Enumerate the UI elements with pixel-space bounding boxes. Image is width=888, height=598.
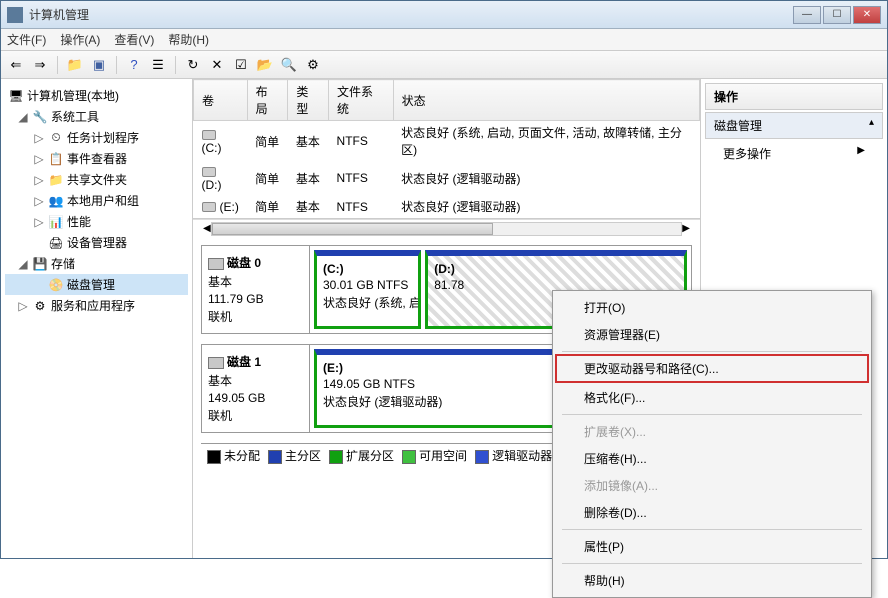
menu-file[interactable]: 文件(F)	[7, 31, 46, 48]
back-icon[interactable]: ⇐	[7, 56, 25, 74]
drive-icon	[202, 167, 216, 177]
collapse-icon[interactable]: ▴	[869, 117, 874, 134]
computer-management-window: 计算机管理 — ☐ ✕ 文件(F) 操作(A) 查看(V) 帮助(H) ⇐ ⇒ …	[0, 0, 888, 559]
tree-event-viewer[interactable]: ▷📋事件查看器	[5, 148, 188, 169]
drive-icon	[202, 202, 216, 212]
tree-disk-management[interactable]: 📀磁盘管理	[5, 274, 188, 295]
nav-tree[interactable]: 🖥计算机管理(本地) ◢🔧系统工具 ▷⏲任务计划程序 ▷📋事件查看器 ▷📁共享文…	[1, 79, 193, 558]
app-icon	[7, 7, 23, 23]
ctx-separator	[562, 529, 862, 530]
help-icon[interactable]: ?	[125, 56, 143, 74]
ctx-shrink[interactable]: 压缩卷(H)...	[556, 445, 868, 472]
ctx-explorer[interactable]: 资源管理器(E)	[556, 321, 868, 348]
up-icon[interactable]: 📁	[66, 56, 84, 74]
list-icon[interactable]: ☰	[149, 56, 167, 74]
scroll-left-icon[interactable]: ◀	[203, 223, 211, 234]
ctx-help[interactable]: 帮助(H)	[556, 567, 868, 594]
col-status[interactable]: 状态	[393, 80, 699, 121]
volume-row[interactable]: (D:) 简单基本 NTFS状态良好 (逻辑驱动器)	[194, 161, 700, 195]
maximize-button[interactable]: ☐	[823, 6, 851, 24]
tree-performance[interactable]: ▷📊性能	[5, 211, 188, 232]
titlebar[interactable]: 计算机管理 — ☐ ✕	[1, 1, 887, 29]
disk-icon	[208, 357, 224, 369]
horizontal-scrollbar[interactable]: ◀ ▶	[193, 219, 700, 237]
ctx-separator	[562, 563, 862, 564]
ctx-separator	[562, 414, 862, 415]
legend-swatch-extended	[329, 450, 343, 464]
tree-root[interactable]: 🖥计算机管理(本地)	[5, 85, 188, 106]
tree-shared-folders[interactable]: ▷📁共享文件夹	[5, 169, 188, 190]
tree-local-users[interactable]: ▷👥本地用户和组	[5, 190, 188, 211]
minimize-button[interactable]: —	[793, 6, 821, 24]
toolbar-separator	[116, 56, 117, 74]
panel-icon[interactable]: ▣	[90, 56, 108, 74]
tree-task-scheduler[interactable]: ▷⏲任务计划程序	[5, 127, 188, 148]
tree-services[interactable]: ▷⚙服务和应用程序	[5, 295, 188, 316]
ctx-properties[interactable]: 属性(P)	[556, 533, 868, 560]
disk-info[interactable]: 磁盘 0 基本 111.79 GB 联机	[202, 246, 310, 333]
window-title: 计算机管理	[29, 6, 793, 23]
open-icon[interactable]: 📂	[256, 56, 274, 74]
ctx-add-mirror[interactable]: 添加镜像(A)...	[556, 472, 868, 499]
toolbar-separator	[175, 56, 176, 74]
actions-more[interactable]: 更多操作 ▶	[705, 139, 883, 168]
col-layout[interactable]: 布局	[247, 80, 288, 121]
scroll-right-icon[interactable]: ▶	[682, 223, 690, 234]
toolbar: ⇐ ⇒ 📁 ▣ ? ☰ ↻ ✕ ☑ 📂 🔍 ⚙	[1, 51, 887, 79]
actions-section[interactable]: 磁盘管理 ▴	[705, 112, 883, 139]
col-volume[interactable]: 卷	[194, 80, 248, 121]
actions-header: 操作	[705, 83, 883, 110]
volume-list[interactable]: 卷 布局 类型 文件系统 状态 (C:) 简单基本 NTFS状态良好 (系统, …	[193, 79, 700, 219]
menubar: 文件(F) 操作(A) 查看(V) 帮助(H)	[1, 29, 887, 51]
partition-c[interactable]: (C:) 30.01 GB NTFS 状态良好 (系统, 启动, 页面文	[314, 250, 421, 329]
menu-help[interactable]: 帮助(H)	[168, 31, 209, 48]
ctx-delete[interactable]: 删除卷(D)...	[556, 499, 868, 526]
menu-view[interactable]: 查看(V)	[114, 31, 154, 48]
drive-icon	[202, 130, 216, 140]
volume-row[interactable]: (C:) 简单基本 NTFS状态良好 (系统, 启动, 页面文件, 活动, 故障…	[194, 121, 700, 162]
disk-info[interactable]: 磁盘 1 基本 149.05 GB 联机	[202, 345, 310, 432]
scroll-thumb[interactable]	[212, 223, 494, 235]
ctx-extend[interactable]: 扩展卷(X)...	[556, 418, 868, 445]
search-icon[interactable]: 🔍	[280, 56, 298, 74]
legend-swatch-unalloc	[207, 450, 221, 464]
toolbar-separator	[57, 56, 58, 74]
volume-row[interactable]: (E:) 简单基本 NTFS状态良好 (逻辑驱动器)	[194, 195, 700, 218]
col-type[interactable]: 类型	[288, 80, 329, 121]
col-fs[interactable]: 文件系统	[329, 80, 394, 121]
delete-icon[interactable]: ✕	[208, 56, 226, 74]
ctx-change-drive-letter[interactable]: 更改驱动器号和路径(C)...	[556, 355, 868, 382]
close-button[interactable]: ✕	[853, 6, 881, 24]
refresh-icon[interactable]: ↻	[184, 56, 202, 74]
menu-action[interactable]: 操作(A)	[60, 31, 100, 48]
tree-system-tools[interactable]: ◢🔧系统工具	[5, 106, 188, 127]
settings-icon[interactable]: ⚙	[304, 56, 322, 74]
scroll-track[interactable]	[211, 222, 683, 236]
ctx-separator	[562, 351, 862, 352]
legend-swatch-logical	[475, 450, 489, 464]
forward-icon[interactable]: ⇒	[31, 56, 49, 74]
tree-storage[interactable]: ◢💾存储	[5, 253, 188, 274]
legend-swatch-free	[402, 450, 416, 464]
properties-icon[interactable]: ☑	[232, 56, 250, 74]
ctx-format[interactable]: 格式化(F)...	[556, 384, 868, 411]
legend-swatch-primary	[268, 450, 282, 464]
chevron-right-icon: ▶	[857, 145, 865, 162]
context-menu[interactable]: 打开(O) 资源管理器(E) 更改驱动器号和路径(C)... 格式化(F)...…	[552, 290, 872, 598]
ctx-open[interactable]: 打开(O)	[556, 294, 868, 321]
disk-icon	[208, 258, 224, 270]
tree-device-manager[interactable]: 🖨设备管理器	[5, 232, 188, 253]
